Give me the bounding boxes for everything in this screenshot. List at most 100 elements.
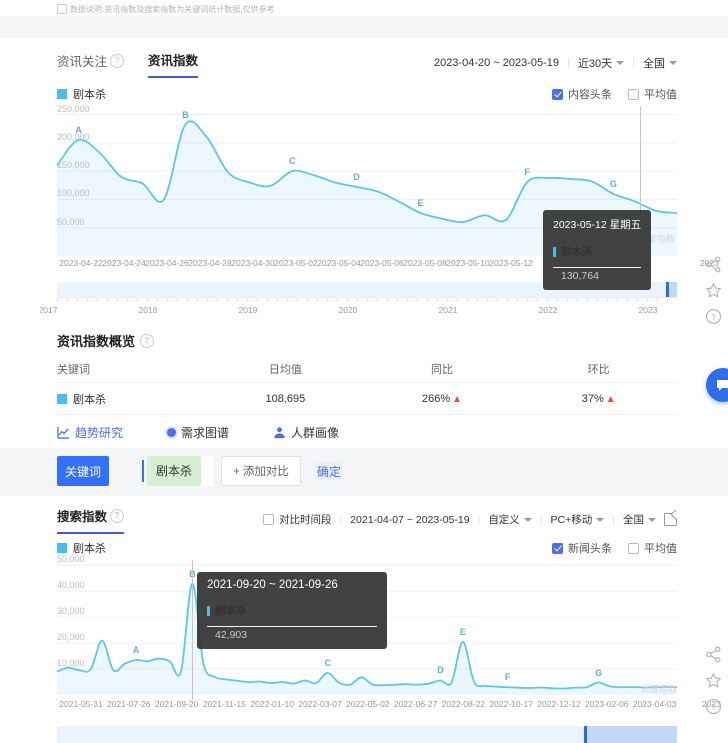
event-letter-marker[interactable]: G [610, 179, 617, 189]
brush-handle[interactable] [584, 726, 587, 743]
x-axis-label: 2022-05-02 [346, 699, 389, 709]
export-icon[interactable] [664, 513, 677, 526]
demand-map-icon [167, 428, 176, 437]
series-color-swatch [57, 394, 67, 404]
arrow-up-icon: ▲ [452, 394, 462, 405]
x-axis-label: 2023-05-10 [446, 258, 489, 268]
overview-table: 关键词 日均值 同比 环比 剧本杀 108,695 266%▲ 37%▲ [57, 356, 677, 415]
chart-toolbar-floating: ? [701, 646, 725, 715]
x-axis-label: 2023-04-26 [145, 258, 188, 268]
news-index-card: 资讯关注 资讯指数 2023-04-20 ~ 2023-05-19 | 近30天… [0, 38, 728, 415]
x-axis-label: 2022-01-10 [250, 699, 293, 709]
y-axis-tick: 10,000 [57, 658, 85, 668]
average-checkbox-wrap[interactable]: 平均值 [628, 86, 677, 102]
keyword-button[interactable]: 关键词 [57, 456, 109, 486]
tab-news-watch[interactable]: 资讯关注 [57, 50, 124, 78]
headline-checkbox[interactable] [552, 543, 563, 554]
x-axis-label: 2023-05-12 [489, 258, 532, 268]
event-letter-marker[interactable]: C [325, 658, 332, 668]
news-brush-years: 2017201820192020202120222023 [40, 305, 700, 318]
x-axis-label: 2023-05-04 [317, 258, 360, 268]
cell-keyword: 剧本杀 [73, 391, 106, 407]
timeline-year-label: 2020 [339, 305, 358, 315]
series-color-swatch [57, 543, 67, 553]
star-icon[interactable] [705, 282, 722, 299]
headline-checkbox[interactable] [552, 89, 563, 100]
keyword-input[interactable]: 剧本杀 [147, 456, 213, 486]
news-chart-options: 内容头条 平均值 [552, 86, 677, 102]
nav-item-label: 需求图谱 [181, 424, 229, 441]
event-letter-marker[interactable]: F [505, 672, 511, 682]
brush-handle[interactable] [666, 282, 669, 297]
y-axis-tick: 20,000 [57, 632, 85, 642]
info-icon[interactable] [110, 509, 124, 523]
y-axis-tick: 40,000 [57, 580, 85, 590]
average-checkbox-wrap[interactable]: 平均值 [628, 540, 677, 556]
nav-item-persona[interactable]: 人群画像 [273, 424, 339, 441]
overview-table-header: 关键词 日均值 同比 环比 [57, 356, 677, 383]
text-cursor [142, 460, 144, 482]
search-index-chart[interactable]: 百度指数 2021-09-20 ~ 2021-09-26 剧本杀 42,903 … [57, 560, 677, 710]
info-icon[interactable] [110, 54, 124, 68]
date-range-text[interactable]: 2023-04-20 ~ 2023-05-19 [434, 57, 559, 69]
chevron-down-icon [648, 518, 656, 522]
help-icon[interactable]: ? [705, 308, 722, 325]
average-checkbox[interactable] [628, 543, 639, 554]
event-letter-marker[interactable]: D [353, 172, 360, 182]
search-chart-tooltip: 2021-09-20 ~ 2021-09-26 剧本杀 42,903 [197, 572, 387, 649]
separator: | [478, 514, 481, 526]
star-icon[interactable] [705, 672, 722, 689]
region-dropdown[interactable]: 全国 [623, 512, 656, 527]
event-letter-marker[interactable]: E [460, 627, 466, 637]
event-letter-marker[interactable]: G [595, 668, 602, 678]
brush-selection[interactable] [668, 282, 677, 297]
news-index-tabs: 资讯关注 资讯指数 [57, 50, 198, 78]
event-letter-marker[interactable]: B [182, 110, 189, 120]
event-letter-marker[interactable]: E [417, 198, 423, 208]
device-dropdown[interactable]: PC+移动 [551, 512, 605, 527]
event-letter-marker[interactable]: F [524, 167, 530, 177]
average-checkbox[interactable] [628, 89, 639, 100]
compare-period-checkbox[interactable] [263, 514, 274, 525]
confirm-link[interactable]: 确定 [315, 462, 343, 481]
event-letter-marker[interactable]: A [75, 125, 82, 135]
tooltip-value: 42,903 [215, 629, 377, 641]
module-nav: 趋势研究 需求图谱 人群画像 [0, 415, 728, 448]
range-preset-dropdown[interactable]: 近30天 [578, 55, 624, 71]
event-letter-marker[interactable]: A [133, 645, 140, 655]
headline-checkbox-wrap[interactable]: 内容头条 [552, 86, 612, 102]
x-axis-label: 2021-11-15 [203, 699, 246, 709]
separator: | [632, 57, 635, 69]
news-index-chart[interactable]: 百度指数 2023-05-12 星期五 剧本杀 130,764 2023-04-… [57, 106, 677, 272]
timeline-year-label: 2023 [639, 305, 658, 315]
compare-period-checkbox-wrap[interactable]: 对比时间段 [263, 512, 332, 527]
separator: | [612, 514, 615, 526]
search-chart-brush[interactable] [57, 726, 677, 743]
x-axis-label: 2023-04-22 [59, 258, 102, 268]
x-axis-label: 2023-05-06 [360, 258, 403, 268]
y-axis-tick: 250,000 [57, 104, 90, 114]
overview-title: 资讯指数概览 [57, 331, 135, 350]
share-icon[interactable] [705, 256, 722, 273]
headline-checkbox-wrap[interactable]: 新闻头条 [552, 540, 612, 556]
tab-news-index[interactable]: 资讯指数 [148, 50, 198, 78]
search-chart-options: 新闻头条 平均值 [552, 540, 677, 556]
info-icon[interactable] [140, 334, 154, 348]
nav-item-demand-map[interactable]: 需求图谱 [167, 424, 229, 441]
brush-selection[interactable] [584, 726, 677, 743]
timeline-year-label: 2022 [539, 305, 558, 315]
help-icon[interactable]: ? [705, 698, 722, 715]
chevron-down-icon [524, 518, 532, 522]
add-compare-button[interactable]: + 添加对比 [221, 456, 301, 486]
nav-item-trend-research[interactable]: 趋势研究 [57, 424, 123, 441]
share-icon[interactable] [705, 646, 722, 663]
tab-search-index[interactable]: 搜索指数 [57, 506, 124, 534]
region-dropdown[interactable]: 全国 [643, 55, 677, 71]
preset-dropdown[interactable]: 自定义 [488, 512, 532, 527]
event-letter-marker[interactable]: C [289, 156, 296, 166]
keyword-tag[interactable]: 剧本杀 [147, 456, 201, 486]
event-letter-marker[interactable]: D [437, 665, 444, 675]
table-row[interactable]: 剧本杀 108,695 266%▲ 37%▲ [57, 383, 677, 415]
date-range-text[interactable]: 2021-04-07 ~ 2023-05-19 [350, 514, 469, 526]
tooltip-date: 2021-09-20 ~ 2021-09-26 [207, 579, 377, 591]
